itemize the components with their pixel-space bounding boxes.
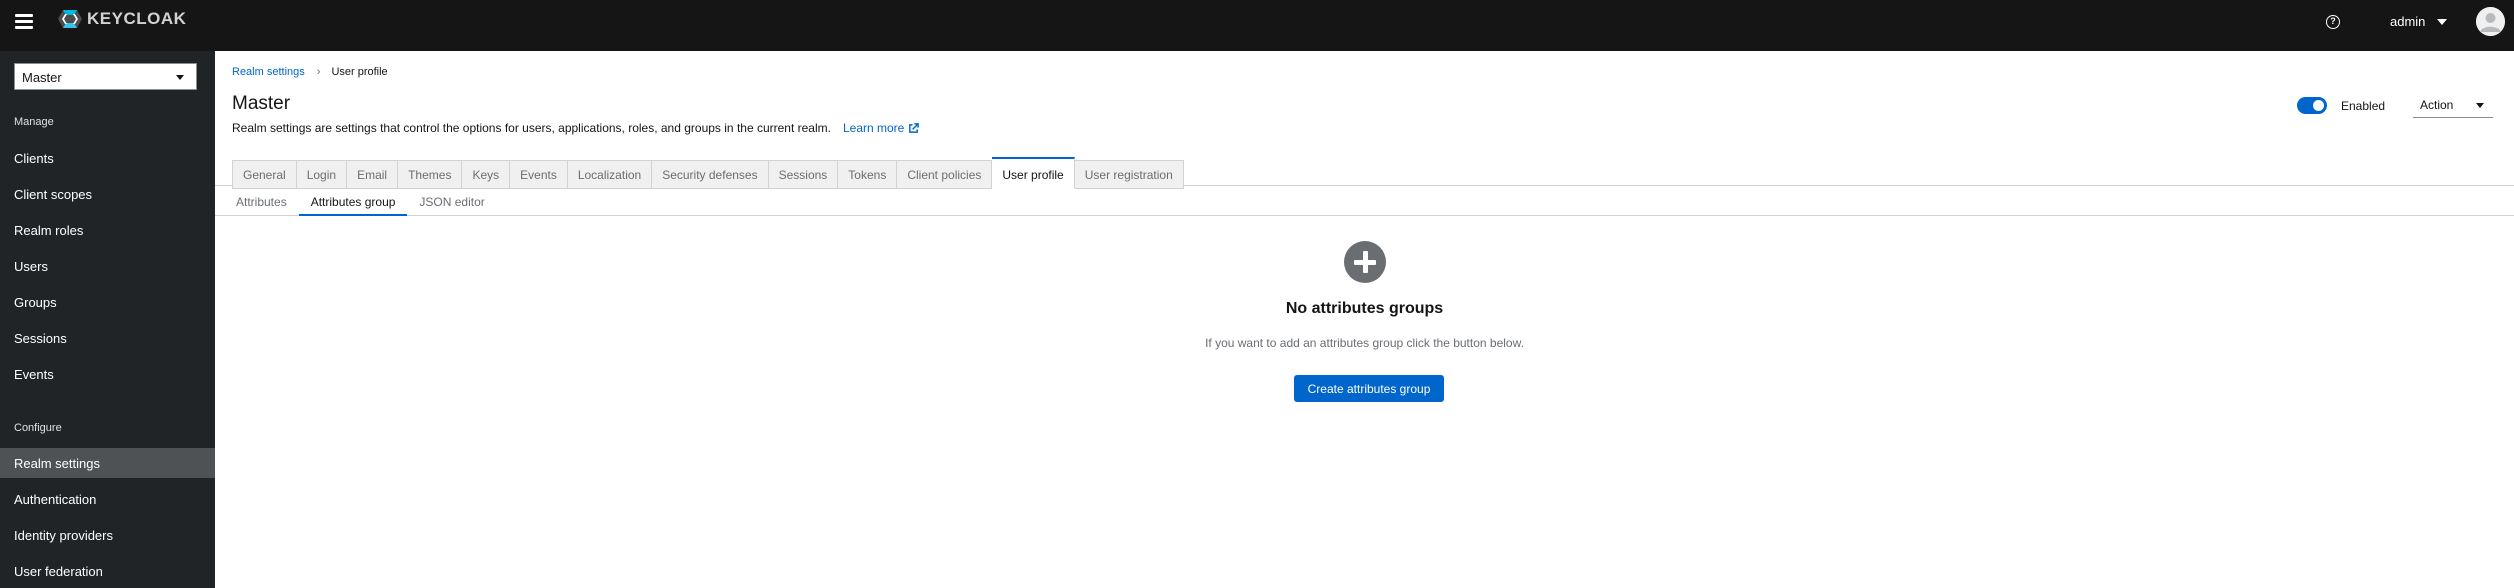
sidebar-item-clients[interactable]: Clients (0, 143, 215, 173)
keycloak-logo[interactable]: KEYCLOAK (54, 8, 186, 30)
user-profile-subtabs: Attributes Attributes group JSON editor (224, 186, 497, 216)
realm-selector[interactable]: Master (14, 63, 197, 90)
tab-general[interactable]: General (232, 160, 297, 189)
page-title: Master (232, 93, 291, 114)
tab-tokens[interactable]: Tokens (838, 160, 898, 189)
page-description-text: Realm settings are settings that control… (232, 121, 831, 135)
breadcrumb-current: User profile (331, 66, 388, 78)
logo-text: KEYCLOAK (87, 9, 187, 28)
empty-state (215, 241, 2514, 288)
tab-user-registration[interactable]: User registration (1074, 160, 1184, 189)
help-icon[interactable]: ? (2326, 15, 2340, 29)
sidebar-item-authentication[interactable]: Authentication (0, 484, 215, 514)
caret-down-icon (2437, 18, 2448, 25)
realm-settings-tabs: General Login Email Themes Keys Events L… (232, 157, 1184, 189)
action-dropdown-label: Action (2420, 98, 2454, 112)
caret-down-icon (2476, 103, 2484, 108)
toggle-knob (2313, 100, 2324, 111)
subtab-attributes-group[interactable]: Attributes group (298, 186, 408, 216)
empty-state-title: No attributes groups (1285, 300, 1444, 317)
sidebar-item-users[interactable]: Users (0, 251, 215, 281)
enabled-toggle[interactable] (2297, 97, 2327, 114)
user-name: admin (2390, 14, 2426, 29)
sidebar-item-realm-settings[interactable]: Realm settings (0, 448, 215, 478)
tab-client-policies[interactable]: Client policies (897, 160, 993, 189)
subtab-json-editor[interactable]: JSON editor (407, 186, 496, 216)
sidebar-item-client-scopes[interactable]: Client scopes (0, 179, 215, 209)
breadcrumb: Realm settings › User profile (232, 66, 388, 78)
main-content: Realm settings › User profile Master Rea… (215, 51, 2514, 588)
tab-email[interactable]: Email (347, 160, 399, 189)
tab-login[interactable]: Login (296, 160, 348, 189)
tab-keys[interactable]: Keys (462, 160, 511, 189)
external-link-icon (909, 122, 920, 133)
subtabs-divider (215, 215, 2514, 216)
avatar[interactable] (2476, 7, 2505, 36)
breadcrumb-realm-settings[interactable]: Realm settings (232, 66, 305, 78)
user-menu-toggle[interactable]: admin (2390, 14, 2448, 29)
sidebar-item-sessions[interactable]: Sessions (0, 323, 215, 353)
realm-selector-value: Master (22, 70, 62, 85)
learn-more-label: Learn more (842, 121, 905, 135)
subtab-attributes[interactable]: Attributes (224, 186, 299, 216)
nav-section-manage: Manage (14, 116, 54, 128)
tab-sessions[interactable]: Sessions (768, 160, 839, 189)
sidebar: Master Manage Clients Client scopes Real… (0, 51, 215, 588)
create-attributes-group-button[interactable]: Create attributes group (1294, 375, 1444, 402)
sidebar-item-groups[interactable]: Groups (0, 287, 215, 317)
sidebar-item-realm-roles[interactable]: Realm roles (0, 215, 215, 245)
tab-user-profile[interactable]: User profile (992, 157, 1075, 189)
tab-themes[interactable]: Themes (398, 160, 463, 189)
sidebar-item-identity-providers[interactable]: Identity providers (0, 520, 215, 550)
sidebar-item-user-federation[interactable]: User federation (0, 556, 215, 586)
learn-more-link[interactable]: Learn more (842, 121, 920, 135)
sidebar-item-events[interactable]: Events (0, 359, 215, 389)
action-dropdown[interactable]: Action (2413, 93, 2493, 118)
empty-state-body: If you want to add an attributes group c… (1205, 336, 1524, 350)
caret-down-icon (176, 75, 184, 80)
nav-section-configure: Configure (14, 422, 62, 434)
masthead: KEYCLOAK ? admin (0, 0, 2514, 51)
page-description: Realm settings are settings that control… (232, 121, 920, 135)
tab-localization[interactable]: Localization (567, 160, 653, 189)
enabled-label: Enabled (2341, 99, 2386, 113)
plus-circle-icon (1343, 241, 1386, 283)
tab-events[interactable]: Events (510, 160, 568, 189)
user-avatar-icon (2476, 7, 2505, 36)
tab-security-defenses[interactable]: Security defenses (652, 160, 769, 189)
hamburger-menu-icon[interactable] (15, 13, 33, 29)
keycloak-logo-icon (58, 10, 82, 28)
chevron-right-icon: › (316, 66, 321, 78)
